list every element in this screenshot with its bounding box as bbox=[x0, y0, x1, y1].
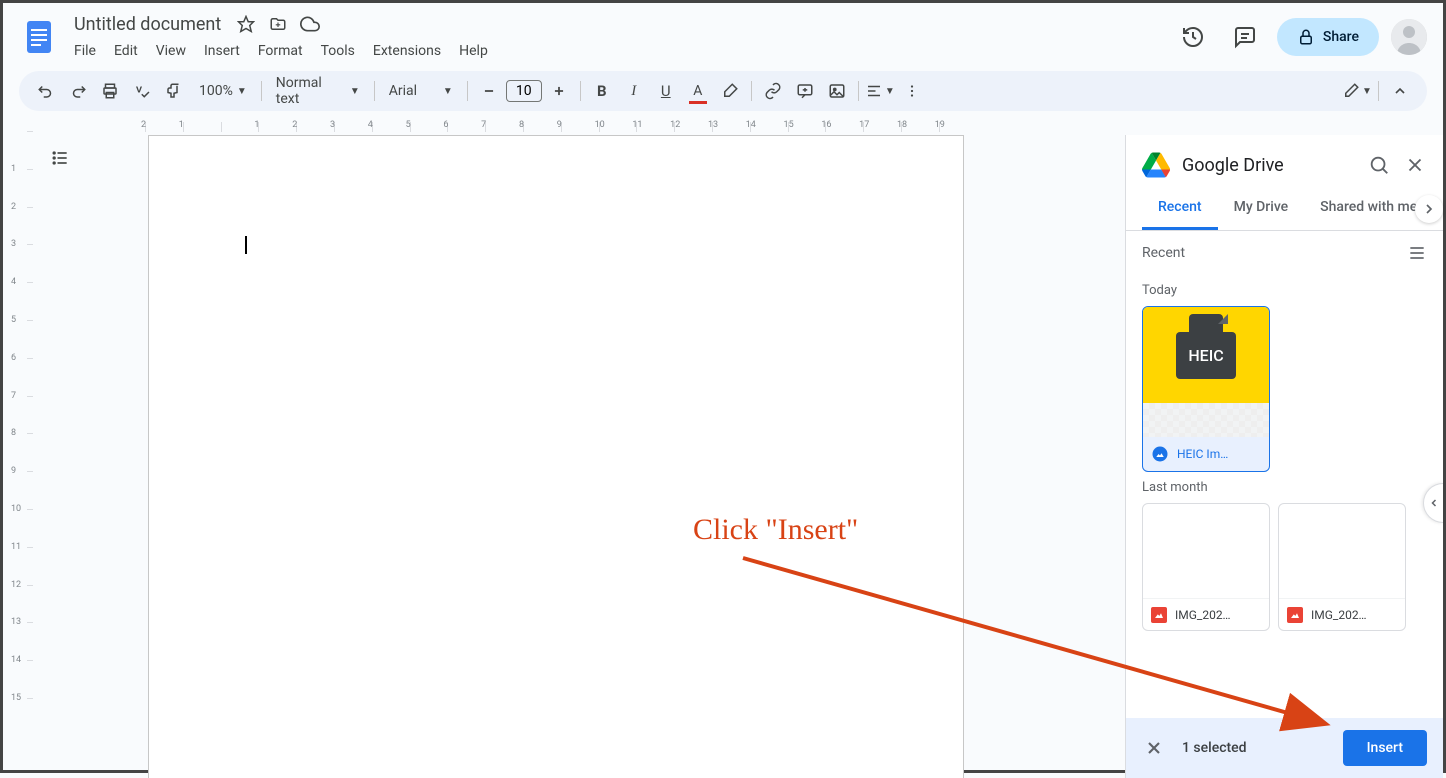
document-title[interactable]: Untitled document bbox=[67, 12, 228, 37]
menu-tools[interactable]: Tools bbox=[314, 39, 362, 63]
tab-my-drive[interactable]: My Drive bbox=[1218, 187, 1305, 230]
panel-tabs: Recent My Drive Shared with me bbox=[1126, 187, 1443, 231]
list-view-icon[interactable] bbox=[1407, 243, 1427, 263]
document-area bbox=[3, 135, 1125, 778]
heic-badge: HEIC bbox=[1176, 332, 1235, 379]
file-card-img2[interactable]: IMG_202… bbox=[1278, 503, 1406, 631]
panel-title: Google Drive bbox=[1182, 155, 1355, 176]
highlight-button[interactable] bbox=[715, 76, 745, 106]
close-panel-icon[interactable] bbox=[1403, 153, 1427, 177]
font-dropdown[interactable]: Arial▼ bbox=[381, 83, 461, 99]
menu-bar: File Edit View Insert Format Tools Exten… bbox=[67, 39, 1173, 63]
align-button[interactable]: ▼ bbox=[865, 76, 895, 106]
share-label: Share bbox=[1323, 29, 1359, 45]
panel-file-list[interactable]: Today HEIC HEIC Im… Last month bbox=[1126, 275, 1443, 718]
docs-logo[interactable] bbox=[19, 17, 59, 57]
editing-mode-button[interactable]: ▼ bbox=[1342, 76, 1372, 106]
file-card-img1[interactable]: IMG_202… bbox=[1142, 503, 1270, 631]
style-dropdown[interactable]: Normal text▼ bbox=[268, 75, 368, 107]
bold-button[interactable]: B bbox=[587, 76, 617, 106]
tab-scroll-right-button[interactable] bbox=[1415, 195, 1443, 223]
cloud-status-icon[interactable] bbox=[300, 14, 320, 34]
increase-font-button[interactable] bbox=[544, 76, 574, 106]
main-content: 123456789101112131415 Google Drive Recen… bbox=[3, 135, 1443, 778]
file-label-img2: IMG_202… bbox=[1311, 608, 1367, 622]
tab-recent[interactable]: Recent bbox=[1142, 187, 1218, 230]
menu-file[interactable]: File bbox=[67, 39, 103, 63]
text-color-button[interactable]: A bbox=[683, 76, 713, 106]
document-page[interactable] bbox=[148, 135, 964, 778]
spellcheck-button[interactable] bbox=[127, 76, 157, 106]
title-area: Untitled document File Edit View Insert … bbox=[67, 12, 1173, 63]
file-label-heic: HEIC Im… bbox=[1177, 447, 1228, 461]
decrease-font-button[interactable] bbox=[474, 76, 504, 106]
image-file-icon bbox=[1151, 445, 1169, 463]
comments-icon[interactable] bbox=[1225, 17, 1265, 57]
zoom-dropdown[interactable]: 100%▼ bbox=[191, 83, 255, 99]
file-label-img1: IMG_202… bbox=[1175, 608, 1231, 622]
file-card-heic[interactable]: HEIC HEIC Im… bbox=[1142, 306, 1270, 472]
text-cursor bbox=[245, 236, 247, 254]
star-icon[interactable] bbox=[236, 14, 256, 34]
tab-shared[interactable]: Shared with me bbox=[1304, 187, 1433, 230]
share-button[interactable]: Share bbox=[1277, 18, 1379, 56]
menu-extensions[interactable]: Extensions bbox=[366, 39, 448, 63]
lock-icon bbox=[1297, 28, 1315, 46]
image-button[interactable] bbox=[822, 76, 852, 106]
link-button[interactable] bbox=[758, 76, 788, 106]
menu-edit[interactable]: Edit bbox=[107, 39, 145, 63]
search-icon[interactable] bbox=[1367, 153, 1391, 177]
header: Untitled document File Edit View Insert … bbox=[3, 3, 1443, 63]
insert-button[interactable]: Insert bbox=[1343, 730, 1427, 766]
panel-subtitle: Recent bbox=[1142, 245, 1185, 261]
italic-button[interactable]: I bbox=[619, 76, 649, 106]
user-avatar[interactable] bbox=[1391, 19, 1427, 55]
selection-bar: 1 selected Insert bbox=[1126, 718, 1443, 778]
horizontal-ruler[interactable]: document.write(Array.from({length:22},(_… bbox=[39, 119, 1443, 135]
paint-format-button[interactable] bbox=[159, 76, 189, 106]
toolbar: 100%▼ Normal text▼ Arial▼ 10 B I U A ▼ ▼ bbox=[19, 71, 1427, 111]
image-icon bbox=[1287, 607, 1303, 623]
selection-count-text: 1 selected bbox=[1182, 740, 1327, 756]
menu-format[interactable]: Format bbox=[251, 39, 310, 63]
underline-button[interactable]: U bbox=[651, 76, 681, 106]
image-icon bbox=[1151, 607, 1167, 623]
move-icon[interactable] bbox=[268, 14, 288, 34]
menu-help[interactable]: Help bbox=[452, 39, 495, 63]
outline-button[interactable] bbox=[45, 143, 75, 173]
font-size-input[interactable]: 10 bbox=[506, 80, 542, 102]
section-lastmonth-label: Last month bbox=[1142, 480, 1427, 495]
menu-insert[interactable]: Insert bbox=[197, 39, 247, 63]
drive-side-panel: Google Drive Recent My Drive Shared with… bbox=[1125, 135, 1443, 778]
menu-view[interactable]: View bbox=[149, 39, 193, 63]
comment-button[interactable] bbox=[790, 76, 820, 106]
print-button[interactable] bbox=[95, 76, 125, 106]
undo-button[interactable] bbox=[31, 76, 61, 106]
more-button[interactable] bbox=[897, 76, 927, 106]
history-icon[interactable] bbox=[1173, 17, 1213, 57]
close-selection-button[interactable] bbox=[1142, 736, 1166, 760]
section-today-label: Today bbox=[1142, 283, 1427, 298]
drive-logo-icon bbox=[1142, 151, 1170, 179]
collapse-toolbar-button[interactable] bbox=[1385, 76, 1415, 106]
redo-button[interactable] bbox=[63, 76, 93, 106]
